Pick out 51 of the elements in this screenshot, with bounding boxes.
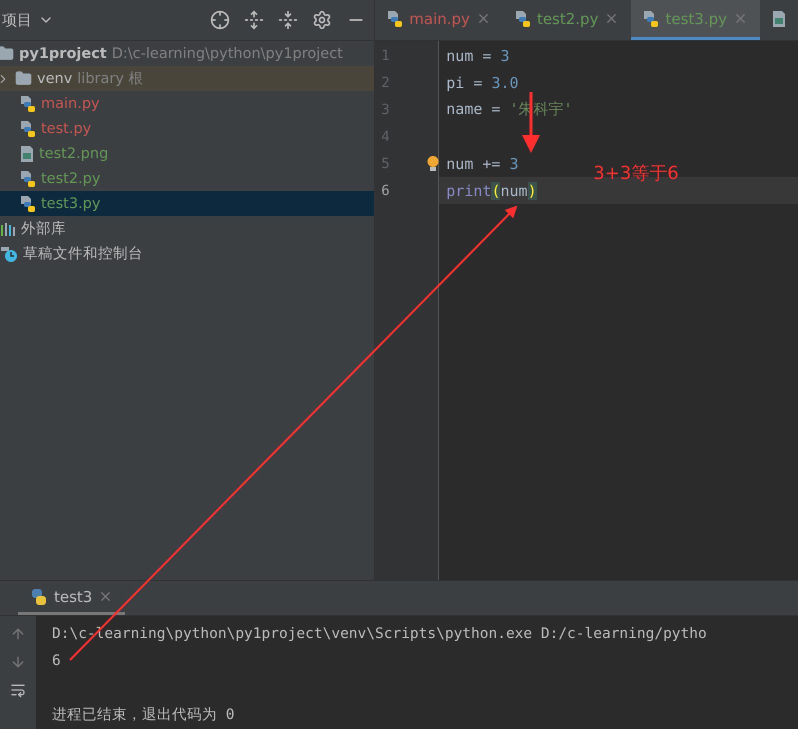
collapse-all-icon[interactable] — [278, 10, 298, 30]
project-name[interactable]: py1project — [19, 46, 107, 62]
line-number: 6 — [380, 182, 390, 200]
python-file-icon — [20, 194, 36, 212]
file-name: main.py — [41, 96, 100, 112]
image-file-icon — [772, 10, 786, 28]
tree-item[interactable]: venv library 根 — [0, 66, 374, 91]
node-name: 草稿文件和控制台 — [23, 245, 143, 263]
python-file-icon — [387, 10, 404, 28]
tree-item[interactable]: test.py — [0, 116, 374, 141]
editor-tab[interactable]: test3.py — [631, 0, 760, 40]
python-logo-icon — [30, 588, 48, 606]
tree-item[interactable]: 草稿文件和控制台 — [0, 241, 374, 266]
folder-icon — [0, 45, 14, 62]
run-tab[interactable]: test3 — [18, 581, 126, 615]
soft-wrap-icon[interactable] — [10, 682, 26, 698]
lightbulb-icon[interactable] — [427, 156, 440, 172]
expand-all-icon[interactable] — [244, 10, 264, 30]
code-line: pi = 3.0 — [445, 74, 519, 92]
code-line: num = 3 — [445, 46, 510, 64]
python-file-icon — [20, 120, 36, 138]
file-name: test2.png — [39, 146, 108, 162]
library-icon — [0, 220, 16, 236]
panel-title[interactable]: 项目 — [2, 10, 32, 30]
folder-hint: library 根 — [77, 70, 144, 88]
node-name: 外部库 — [21, 220, 66, 238]
python-file-icon — [514, 10, 531, 28]
tree-item[interactable]: 外部库 — [0, 216, 374, 241]
tree-item[interactable]: test2.png — [0, 141, 374, 166]
annotation-text: 3+3等于6 — [593, 162, 679, 185]
tree-item[interactable]: main.py — [0, 91, 374, 116]
file-name: test2.py — [41, 170, 100, 186]
code-line: num += 3 — [445, 154, 519, 172]
code-line: print(num) — [445, 182, 537, 200]
tree-item[interactable]: test2.py — [0, 166, 374, 191]
tree-item[interactable]: test3.py — [0, 191, 374, 216]
python-file-icon — [643, 10, 660, 28]
file-name: test3.py — [41, 196, 100, 212]
folder-icon — [15, 70, 32, 87]
project-path: D:\c-learning\python\py1project — [112, 46, 343, 62]
python-file-icon — [20, 170, 36, 188]
settings-icon[interactable] — [312, 10, 332, 30]
console-line: 6 — [52, 652, 62, 670]
python-file-icon — [20, 94, 36, 112]
locate-icon[interactable] — [210, 10, 230, 30]
editor-tab[interactable]: test2.py — [502, 0, 632, 40]
file-name: test.py — [41, 120, 92, 136]
console-line: 进程已结束，退出代码为 0 — [52, 706, 236, 725]
image-file-icon — [20, 144, 34, 162]
editor-tab[interactable]: main.py — [375, 0, 503, 40]
file-name: venv — [37, 70, 72, 86]
